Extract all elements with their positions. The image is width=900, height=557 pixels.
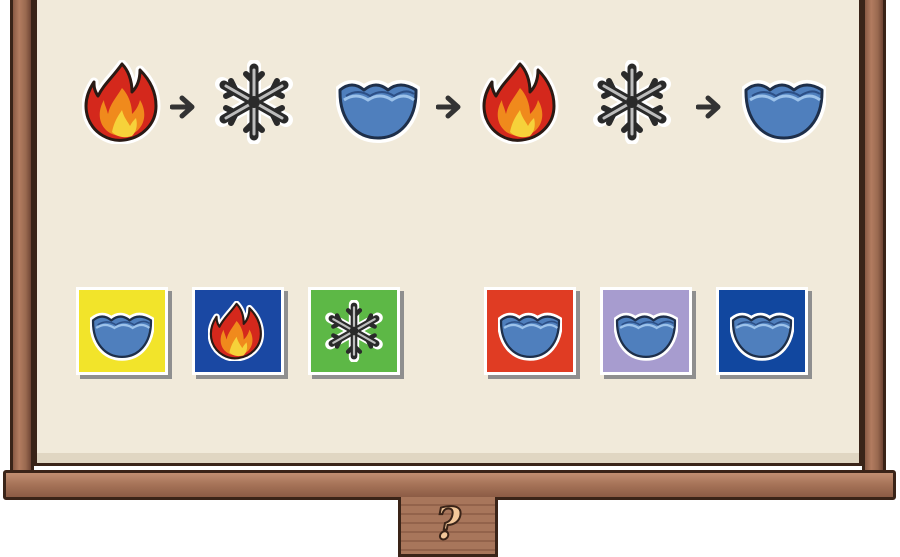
water-icon bbox=[742, 62, 826, 146]
board-frame-right-post bbox=[862, 0, 886, 478]
fire-icon bbox=[82, 60, 166, 144]
water-icon bbox=[336, 62, 420, 146]
question-mark-icon: ? bbox=[434, 498, 462, 551]
fire-icon bbox=[480, 60, 564, 144]
help-button[interactable]: ? bbox=[398, 497, 498, 557]
choice-card-snowflake-green[interactable] bbox=[308, 287, 400, 375]
water-icon bbox=[90, 299, 154, 363]
water-icon bbox=[614, 299, 678, 363]
arrow-right-icon bbox=[696, 95, 724, 119]
arrow-right-icon bbox=[170, 95, 198, 119]
water-icon bbox=[498, 299, 562, 363]
snowflake-icon bbox=[323, 300, 385, 362]
choice-card-water-navy[interactable] bbox=[716, 287, 808, 375]
board-shelf bbox=[3, 470, 896, 500]
board-frame-left-post bbox=[10, 0, 34, 478]
water-icon bbox=[730, 299, 794, 363]
arrow-right-icon bbox=[436, 95, 464, 119]
choice-card-fire-blue[interactable] bbox=[192, 287, 284, 375]
choice-card-water-red[interactable] bbox=[484, 287, 576, 375]
choice-card-water-yellow[interactable] bbox=[76, 287, 168, 375]
choice-card-water-purple[interactable] bbox=[600, 287, 692, 375]
snowflake-icon bbox=[590, 60, 674, 144]
puzzle-board: ? bbox=[0, 0, 900, 557]
fire-icon bbox=[208, 301, 268, 361]
snowflake-icon bbox=[212, 60, 296, 144]
